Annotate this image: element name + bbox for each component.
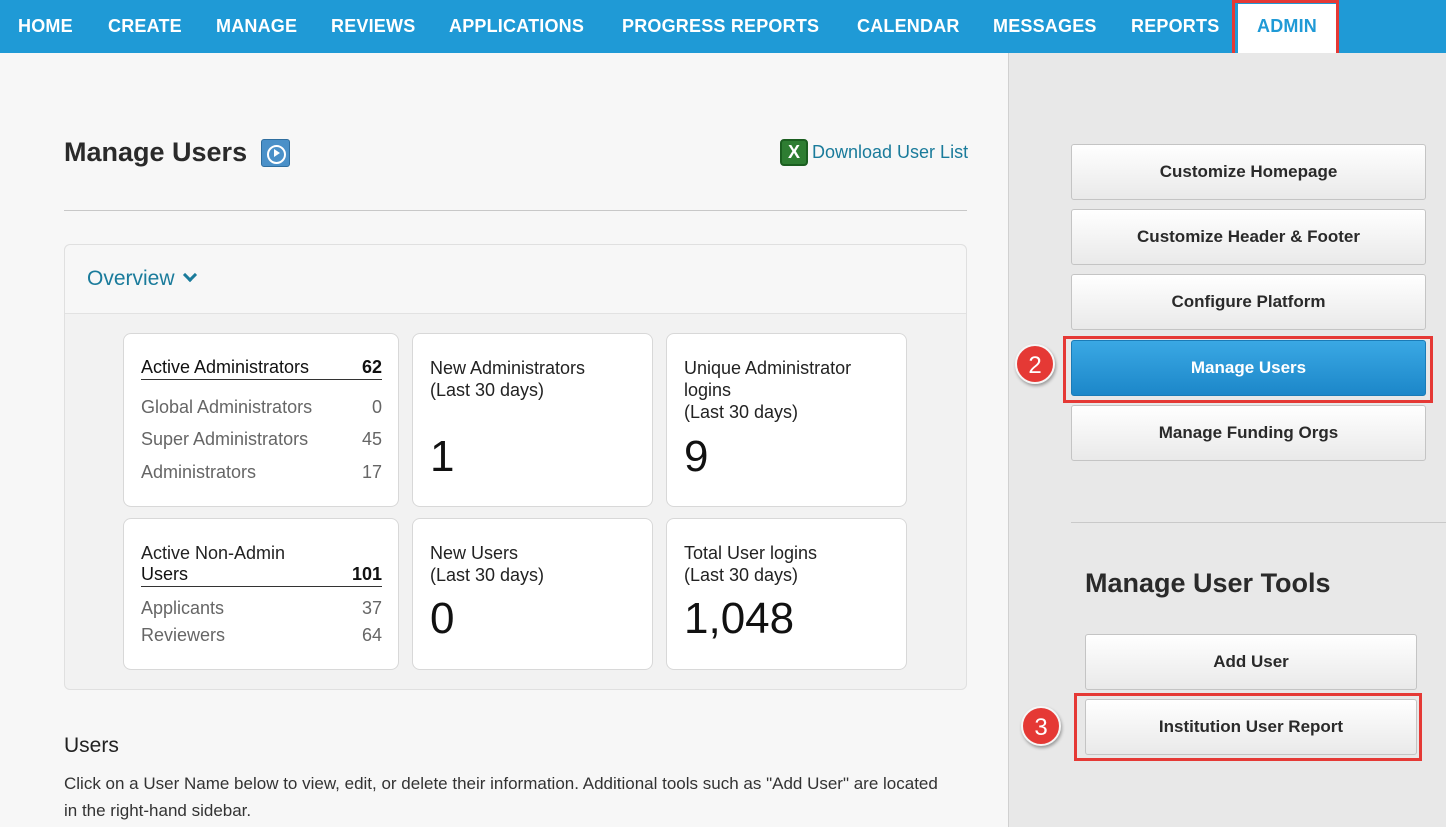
nav-create[interactable]: CREATE [108,0,182,53]
stat-value: 45 [361,429,382,449]
stat-value: 64 [361,625,382,645]
card-value: 9 [684,432,709,481]
sidebar-divider [1071,522,1446,523]
card-value: 0 [430,594,455,643]
stat-label: Global Administrators [141,397,313,417]
play-video-icon[interactable] [261,139,290,167]
nav-applications[interactable]: APPLICATIONS [449,0,584,53]
stat-label: Administrators [141,462,257,482]
chevron-down-icon [182,267,197,283]
configure-platform-button[interactable]: Configure Platform [1071,274,1426,330]
stat-row: Reviewers 64 [141,625,382,646]
card-new-users: New Users (Last 30 days) 0 [412,518,653,670]
card-sublabel: (Last 30 days) [430,380,545,400]
customize-homepage-button[interactable]: Customize Homepage [1071,144,1426,200]
customize-header-footer-button[interactable]: Customize Header & Footer [1071,209,1426,265]
card-value: 1,048 [684,594,795,643]
nav-manage[interactable]: MANAGE [216,0,297,53]
callout-badge-2: 2 [1015,344,1055,384]
nav-reports[interactable]: REPORTS [1131,0,1219,53]
users-heading: Users [64,734,119,757]
active-admins-header: Active Administrators 62 [141,357,382,380]
users-description: Click on a User Name below to view, edit… [64,774,938,820]
stat-value: 37 [361,598,382,618]
active-admins-total: 62 [361,357,382,377]
card-label: Unique Administrator [684,358,852,378]
card-label: Total User logins [684,543,818,563]
nav-reviews[interactable]: REVIEWS [331,0,415,53]
add-user-button[interactable]: Add User [1085,634,1417,690]
card-unique-admin-logins: Unique Administrator logins (Last 30 day… [666,333,907,507]
stat-row: Administrators 17 [141,462,382,483]
card-active-non-admin-users: Active Non-Admin Users 101 Applicants 37… [123,518,399,670]
card-sublabel: (Last 30 days) [430,565,545,585]
nav-progress-reports[interactable]: PROGRESS REPORTS [622,0,819,53]
divider [64,210,967,211]
overview-label: Overview [87,267,175,290]
card-active-administrators: Active Administrators 62 Global Administ… [123,333,399,507]
card-label-line2: logins [684,380,732,400]
card-label: New Administrators [430,358,586,378]
stat-label: Applicants [141,598,225,618]
nav-home[interactable]: HOME [18,0,73,53]
card-sublabel: (Last 30 days) [684,565,799,585]
card-new-administrators: New Administrators (Last 30 days) 1 [412,333,653,507]
overview-header: Overview [65,245,966,314]
manage-user-tools-title: Manage User Tools [1085,568,1331,598]
download-user-list-link[interactable]: Download User List [812,142,968,163]
non-admin-label-line2: Users [141,564,189,584]
page-title: Manage Users [64,137,248,167]
highlight-box-admin [1232,0,1339,58]
callout-badge-3: 3 [1021,706,1061,746]
excel-icon[interactable]: X [780,139,808,166]
card-value: 1 [430,432,455,481]
active-admins-label: Active Administrators [141,357,310,377]
non-admin-total: 101 [351,564,382,584]
card-sublabel: (Last 30 days) [684,402,799,422]
non-admin-header: Users 101 [141,564,382,587]
stat-row: Applicants 37 [141,598,382,619]
non-admin-label: Active Non-Admin [141,543,286,563]
card-label: New Users [430,543,519,563]
stat-row: Super Administrators 45 [141,429,382,450]
stat-label: Reviewers [141,625,226,645]
nav-calendar[interactable]: CALENDAR [857,0,960,53]
stat-label: Super Administrators [141,429,309,449]
highlight-box-manage-users [1063,336,1433,403]
stat-value: 17 [361,462,382,482]
stat-row: Global Administrators 0 [141,397,382,418]
highlight-box-institution-user-report [1074,693,1422,761]
manage-funding-orgs-button[interactable]: Manage Funding Orgs [1071,405,1426,461]
top-nav: HOME CREATE MANAGE REVIEWS APPLICATIONS … [0,0,1446,53]
card-total-user-logins: Total User logins (Last 30 days) 1,048 [666,518,907,670]
overview-toggle[interactable]: Overview [87,267,197,291]
nav-messages[interactable]: MESSAGES [993,0,1097,53]
stat-value: 0 [371,397,382,417]
